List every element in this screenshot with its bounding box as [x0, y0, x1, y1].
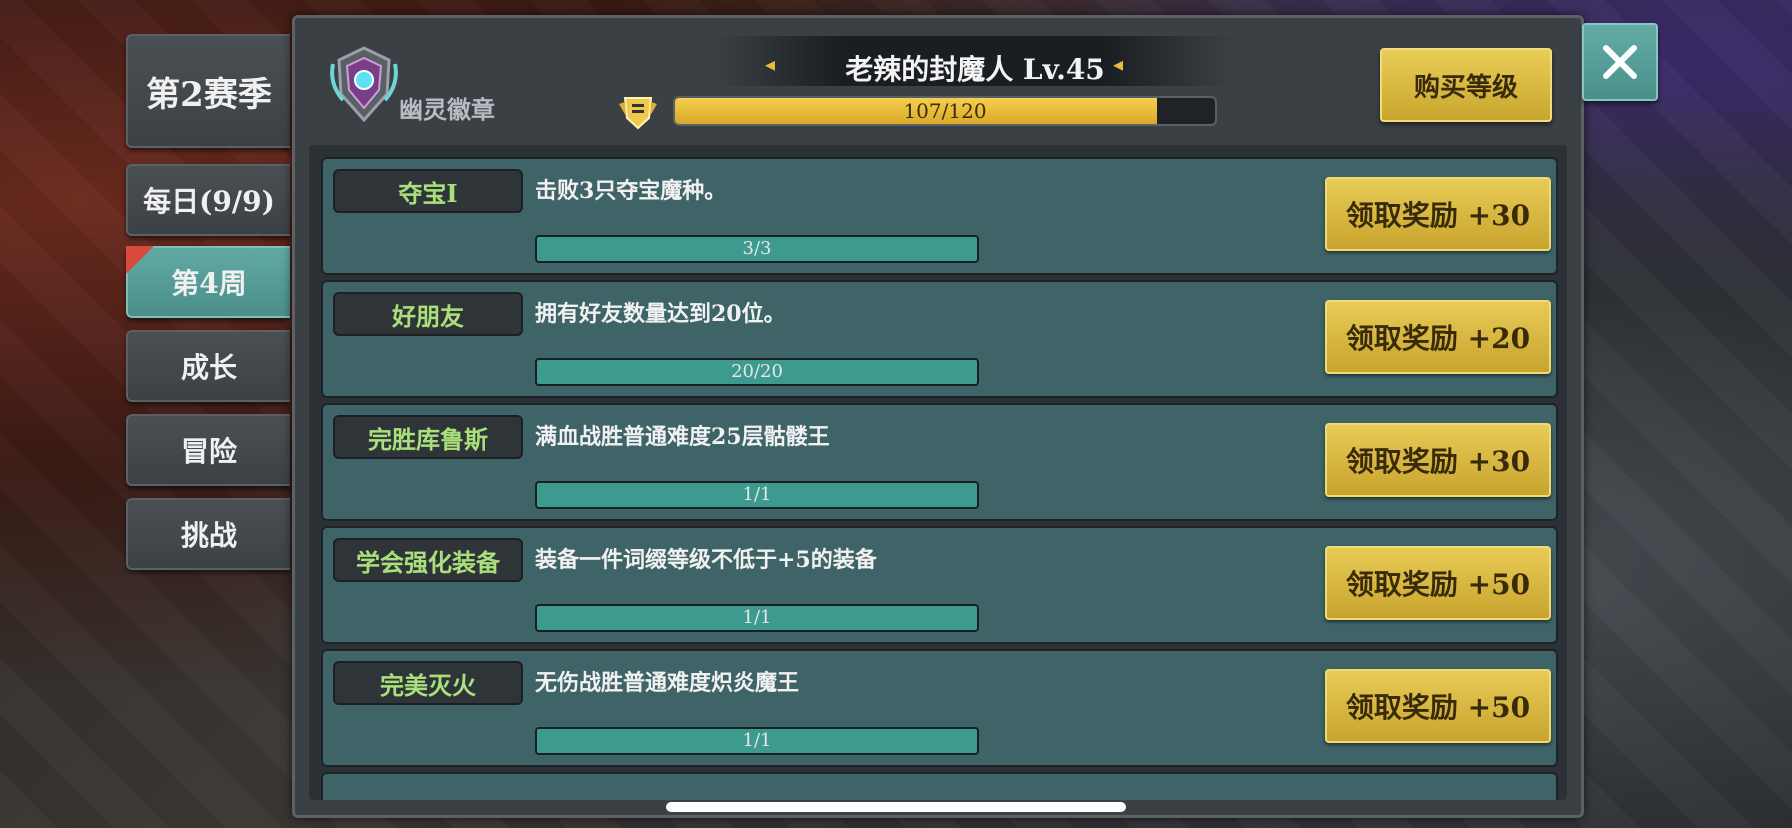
panel-header: 幽灵徽章 ◂ ◂ 老辣的封魔人 Lv.45 107/120 购买等级 [295, 18, 1581, 140]
task-progress-text: 1/1 [742, 607, 772, 628]
buy-level-button[interactable]: 购买等级 [1380, 48, 1552, 122]
tab-season-label: 第2赛季 [146, 74, 272, 115]
tab-season[interactable]: 第2赛季 [126, 34, 290, 148]
buy-level-label: 购买等级 [1413, 72, 1518, 103]
claim-reward-button[interactable]: 领取奖励 +50 [1325, 669, 1551, 743]
task-progress-bar: 1/1 [535, 727, 979, 755]
claim-reward-button[interactable]: 领取奖励 +20 [1325, 300, 1551, 374]
task-name: 完胜库鲁斯 [333, 415, 523, 459]
task-row: 夺宝I 击败3只夺宝魔种。 3/3 领取奖励 +30 [321, 157, 1558, 275]
claim-reward-button[interactable]: 领取奖励 +30 [1325, 423, 1551, 497]
xp-progress-text: 107/120 [903, 99, 987, 123]
tab-challenge-label: 挑战 [180, 519, 237, 552]
task-name: 夺宝I [333, 169, 523, 213]
tab-daily[interactable]: 每日(9/9) [126, 164, 290, 236]
tab-week-label: 第4周 [171, 267, 247, 300]
task-list[interactable]: 夺宝I 击败3只夺宝魔种。 3/3 领取奖励 +30 好朋友 拥有好友数量达到2… [309, 145, 1567, 800]
task-name: 学会强化装备 [333, 538, 523, 582]
task-progress-text: 1/1 [742, 484, 772, 505]
task-progress-bar: 20/20 [535, 358, 979, 386]
task-progress-bar: 3/3 [535, 235, 979, 263]
ghost-badge-icon [330, 46, 398, 123]
task-description: 满血战胜普通难度25层骷髅王 [535, 424, 830, 450]
badge-name: 幽灵徽章 [399, 95, 495, 124]
tab-adventure[interactable]: 冒险 [126, 414, 290, 486]
task-progress-text: 1/1 [742, 730, 772, 751]
new-corner-marker [126, 246, 154, 274]
task-row: 学会强化装备 装备一件词缀等级不低于+5的装备 1/1 领取奖励 +50 [321, 526, 1558, 644]
claim-reward-button[interactable]: 领取奖励 +50 [1325, 546, 1551, 620]
tab-challenge[interactable]: 挑战 [126, 498, 290, 570]
tab-adventure-label: 冒险 [180, 435, 237, 468]
home-indicator [666, 802, 1126, 812]
close-button[interactable] [1582, 23, 1658, 101]
tab-growth-label: 成长 [180, 351, 237, 384]
claim-reward-label: 领取奖励 +30 [1345, 445, 1531, 478]
task-progress-bar: 1/1 [535, 481, 979, 509]
quest-panel: 幽灵徽章 ◂ ◂ 老辣的封魔人 Lv.45 107/120 购买等级 夺宝I 击… [292, 15, 1584, 818]
task-row: 好朋友 拥有好友数量达到20位。 20/20 领取奖励 +20 [321, 280, 1558, 398]
task-description: 装备一件词缀等级不低于+5的装备 [535, 547, 877, 573]
tab-growth[interactable]: 成长 [126, 330, 290, 402]
tab-daily-label: 每日(9/9) [143, 185, 275, 218]
task-name: 完美灭火 [333, 661, 523, 705]
task-progress-text: 3/3 [742, 238, 772, 259]
claim-reward-label: 领取奖励 +30 [1345, 199, 1531, 232]
task-progress-text: 20/20 [731, 361, 783, 382]
close-icon [1603, 45, 1637, 79]
task-description: 击败3只夺宝魔种。 [535, 178, 727, 204]
player-title: 老辣的封魔人 Lv.45 [845, 53, 1105, 86]
task-row: 完胜库鲁斯 满血战胜普通难度25层骷髅王 1/1 领取奖励 +30 [321, 403, 1558, 521]
claim-reward-label: 领取奖励 +20 [1345, 322, 1531, 355]
task-description: 拥有好友数量达到20位。 [535, 301, 786, 327]
task-progress-bar: 1/1 [535, 604, 979, 632]
task-row-partial [321, 772, 1558, 800]
claim-reward-label: 领取奖励 +50 [1345, 568, 1531, 601]
claim-reward-label: 领取奖励 +50 [1345, 691, 1531, 724]
claim-reward-button[interactable]: 领取奖励 +30 [1325, 177, 1551, 251]
task-row: 完美灭火 无伤战胜普通难度炽炎魔王 1/1 领取奖励 +50 [321, 649, 1558, 767]
task-description: 无伤战胜普通难度炽炎魔王 [535, 670, 800, 696]
task-name: 好朋友 [333, 292, 523, 336]
xp-progress-bar: 107/120 [673, 96, 1217, 126]
level-shield-icon [619, 97, 657, 130]
